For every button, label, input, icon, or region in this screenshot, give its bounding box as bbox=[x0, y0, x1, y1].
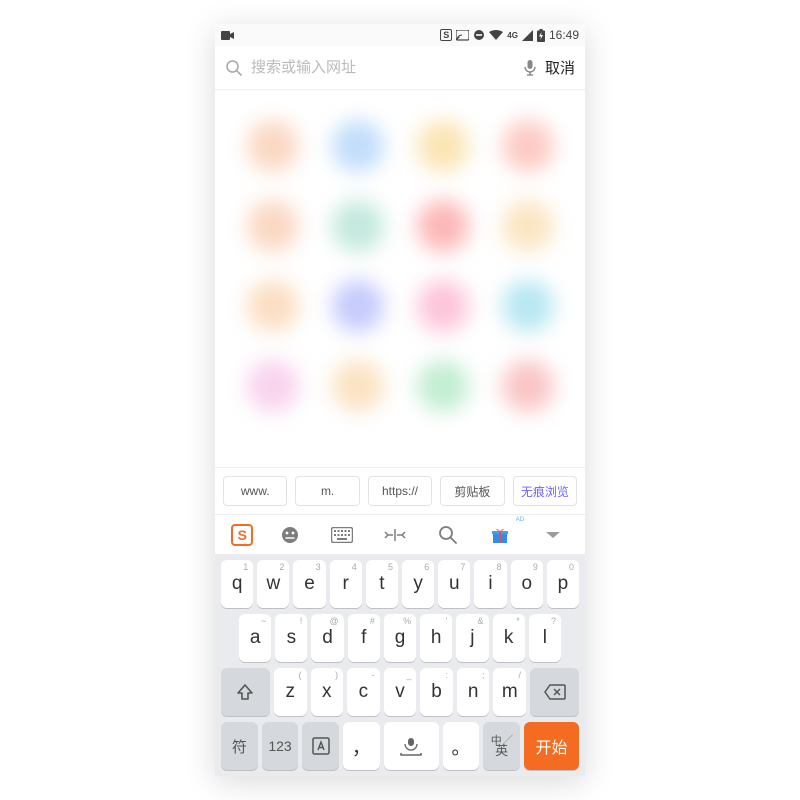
speed-dial-grid bbox=[215, 110, 585, 422]
speed-dial-item bbox=[417, 200, 469, 252]
speed-dial-item bbox=[417, 120, 469, 172]
url-chip[interactable]: 无痕浏览 bbox=[513, 476, 577, 506]
search-icon bbox=[225, 59, 243, 77]
language-key-label: 中╱英 bbox=[491, 736, 513, 757]
key-m[interactable]: m/ bbox=[493, 668, 526, 716]
url-chip[interactable]: 剪贴板 bbox=[440, 476, 504, 506]
key-k[interactable]: k* bbox=[493, 614, 525, 662]
status-bar: S 4G 16:49 bbox=[215, 24, 585, 46]
wifi-icon bbox=[489, 30, 503, 41]
keyboard-switch-icon[interactable] bbox=[326, 519, 358, 551]
cancel-button[interactable]: 取消 bbox=[545, 57, 575, 78]
speed-dial-area bbox=[215, 90, 585, 467]
ad-badge: AD bbox=[516, 517, 524, 523]
dnd-icon bbox=[473, 29, 485, 41]
key-x[interactable]: x) bbox=[311, 668, 344, 716]
key-d[interactable]: d@ bbox=[311, 614, 343, 662]
speed-dial-item bbox=[247, 200, 299, 252]
url-chip[interactable]: www. bbox=[223, 476, 287, 506]
sogou-logo-icon[interactable]: S bbox=[231, 524, 253, 546]
speed-dial-item bbox=[247, 360, 299, 412]
key-o[interactable]: o9 bbox=[511, 560, 543, 608]
speed-dial-item bbox=[502, 360, 554, 412]
space-key[interactable] bbox=[384, 722, 439, 770]
key-y[interactable]: y6 bbox=[402, 560, 434, 608]
status-right: S 4G 16:49 bbox=[440, 28, 579, 42]
speed-dial-item bbox=[247, 120, 299, 172]
key-f[interactable]: f# bbox=[348, 614, 380, 662]
speed-dial-item bbox=[502, 120, 554, 172]
keyboard-row-bottom: 符 123 ， 。 中╱英 开始 bbox=[219, 722, 581, 770]
speed-dial-item bbox=[417, 360, 469, 412]
comma-key[interactable]: ， bbox=[343, 722, 380, 770]
keyboard-row-1: q1w2e3r4t5y6u7i8o9p0 bbox=[219, 560, 581, 608]
search-ime-icon[interactable] bbox=[432, 519, 464, 551]
cast-icon bbox=[456, 30, 469, 41]
key-v[interactable]: v_ bbox=[384, 668, 417, 716]
emoji-icon[interactable] bbox=[274, 519, 306, 551]
symbol-key[interactable]: 符 bbox=[221, 722, 258, 770]
key-z[interactable]: z( bbox=[274, 668, 307, 716]
speed-dial-item bbox=[502, 200, 554, 252]
backspace-key[interactable] bbox=[530, 668, 579, 716]
speed-dial-item bbox=[332, 280, 384, 332]
key-e[interactable]: e3 bbox=[293, 560, 325, 608]
network-label: 4G bbox=[507, 31, 518, 40]
enter-key[interactable]: 开始 bbox=[524, 722, 579, 770]
key-l[interactable]: l? bbox=[529, 614, 561, 662]
phone-frame: S 4G 16:49 取消 bbox=[215, 24, 585, 776]
speed-dial-item bbox=[247, 280, 299, 332]
key-t[interactable]: t5 bbox=[366, 560, 398, 608]
clock: 16:49 bbox=[549, 28, 579, 42]
key-h[interactable]: h' bbox=[420, 614, 452, 662]
key-s[interactable]: s! bbox=[275, 614, 307, 662]
keyboard-row-3: z(x)c-v_b:n;m/ bbox=[219, 668, 581, 716]
url-suggestion-chips: www. m. https:// 剪贴板无痕浏览 bbox=[215, 467, 585, 514]
key-u[interactable]: u7 bbox=[438, 560, 470, 608]
ime-toolbar: S AD bbox=[215, 514, 585, 554]
key-r[interactable]: r4 bbox=[330, 560, 362, 608]
numeric-key[interactable]: 123 bbox=[262, 722, 299, 770]
key-g[interactable]: g% bbox=[384, 614, 416, 662]
camera-icon bbox=[221, 31, 234, 40]
language-switch-key[interactable]: 中╱英 bbox=[483, 722, 520, 770]
signal-icon bbox=[522, 30, 533, 41]
key-i[interactable]: i8 bbox=[474, 560, 506, 608]
speed-dial-item bbox=[332, 200, 384, 252]
status-left bbox=[221, 31, 234, 40]
speed-dial-item bbox=[332, 120, 384, 172]
url-chip[interactable]: https:// bbox=[368, 476, 432, 506]
key-b[interactable]: b: bbox=[420, 668, 453, 716]
ime-status-icon: S bbox=[440, 29, 452, 41]
key-j[interactable]: j& bbox=[456, 614, 488, 662]
url-bar: 取消 bbox=[215, 46, 585, 90]
shift-key[interactable] bbox=[221, 668, 270, 716]
key-w[interactable]: w2 bbox=[257, 560, 289, 608]
key-p[interactable]: p0 bbox=[547, 560, 579, 608]
url-chip[interactable]: m. bbox=[295, 476, 359, 506]
cursor-move-icon[interactable] bbox=[379, 519, 411, 551]
key-q[interactable]: q1 bbox=[221, 560, 253, 608]
speed-dial-item bbox=[332, 360, 384, 412]
key-a[interactable]: a~ bbox=[239, 614, 271, 662]
input-mode-key[interactable] bbox=[302, 722, 339, 770]
gift-ad-icon[interactable]: AD bbox=[484, 519, 516, 551]
period-key[interactable]: 。 bbox=[443, 722, 480, 770]
speed-dial-item bbox=[417, 280, 469, 332]
key-c[interactable]: c- bbox=[347, 668, 380, 716]
collapse-keyboard-icon[interactable] bbox=[537, 519, 569, 551]
battery-icon bbox=[537, 29, 545, 42]
key-n[interactable]: n; bbox=[457, 668, 490, 716]
mic-icon[interactable] bbox=[523, 59, 537, 77]
url-input[interactable] bbox=[251, 59, 515, 76]
keyboard-row-2: a~s!d@f#g%h'j&k*l? bbox=[219, 614, 581, 662]
keyboard: q1w2e3r4t5y6u7i8o9p0 a~s!d@f#g%h'j&k*l? … bbox=[215, 554, 585, 776]
speed-dial-item bbox=[502, 280, 554, 332]
